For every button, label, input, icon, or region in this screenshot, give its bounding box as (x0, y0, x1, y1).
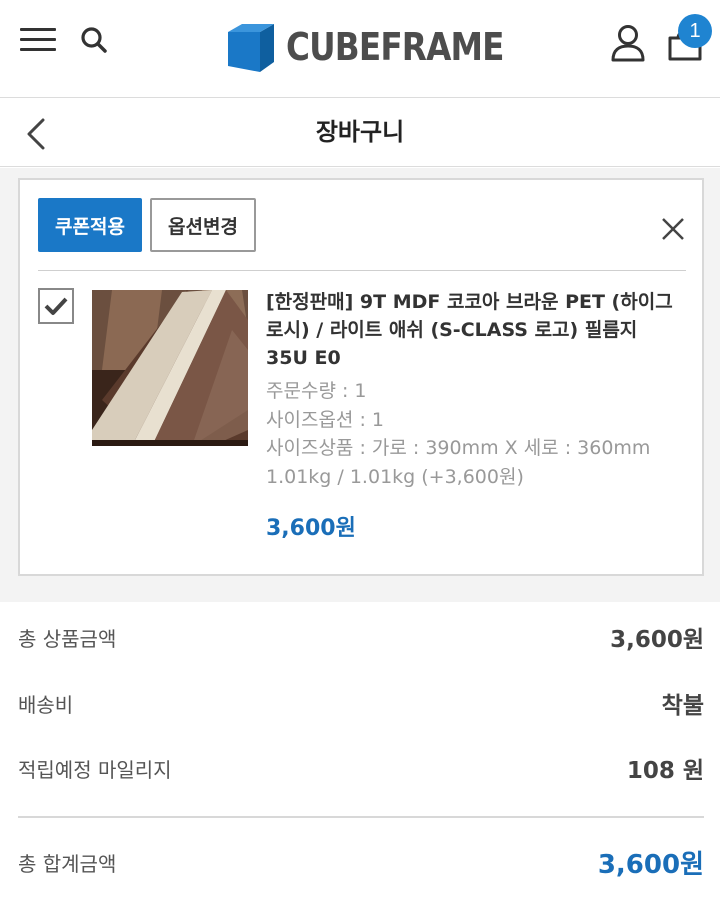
size-product: 사이즈상품 : 가로 : 390mm X 세로 : 360mm (266, 437, 651, 459)
size-option: 사이즈옵션 : 1 (266, 408, 384, 431)
product-thumbnail[interactable] (92, 290, 248, 446)
product-name-line: [한정판매] 9T MDF 코코아 브라운 PET (하이그 (266, 291, 673, 313)
product-price: 3,600원 (266, 516, 356, 541)
back-arrow-icon[interactable] (24, 117, 48, 151)
card-divider (38, 270, 686, 271)
brand-name: CUBEFRAME (286, 25, 505, 69)
cart-item-card: 쿠폰적용 옵션변경 [한정판매] 9T MDF 코코아 브라운 PET (하이그… (18, 178, 704, 576)
mileage-label: 적립예정 마일리지 (18, 757, 172, 782)
total-value: 3,600원 (597, 849, 704, 880)
total-label: 총 합계금액 (18, 851, 117, 876)
cubeframe-logo[interactable]: CUBEFRAME (228, 22, 539, 72)
change-option-button[interactable]: 옵션변경 (150, 198, 256, 252)
page-title: 장바구니 (315, 118, 405, 146)
product-name[interactable]: [한정판매] 9T MDF 코코아 브라운 PET (하이그 로시) / 라이트… (266, 288, 686, 372)
item-select-checkbox[interactable] (38, 288, 74, 324)
logo-cube-icon (228, 24, 274, 72)
search-icon[interactable] (80, 26, 108, 54)
apply-coupon-button[interactable]: 쿠폰적용 (38, 198, 142, 252)
summary-row-subtotal: 총 상품금액 3,600원 (18, 617, 704, 657)
menu-icon[interactable] (20, 26, 56, 54)
product-name-line: 35U E0 (266, 347, 341, 369)
summary-row-mileage: 적립예정 마일리지 108 원 (18, 748, 704, 788)
summary-row-shipping: 배송비 착불 (18, 683, 704, 723)
cart-count-badge[interactable]: 1 (678, 14, 712, 48)
product-options: 주문수량 : 1 사이즈옵션 : 1 사이즈상품 : 가로 : 390mm X … (266, 377, 686, 491)
weight-info: 1.01kg / 1.01kg (+3,600원) (266, 465, 524, 488)
summary-divider (18, 816, 704, 818)
top-header: CUBEFRAME 1 (0, 0, 720, 98)
product-image (92, 290, 248, 446)
subtotal-label: 총 상품금액 (18, 626, 117, 651)
title-bar: 장바구니 (0, 99, 720, 167)
close-icon[interactable] (660, 216, 686, 242)
mileage-value: 108 원 (626, 758, 704, 784)
order-summary: 총 상품금액 3,600원 배송비 착불 적립예정 마일리지 108 원 총 합… (0, 602, 720, 906)
product-name-line: 로시) / 라이트 애쉬 (S-CLASS 로고) 필름지 (266, 319, 638, 341)
subtotal-value: 3,600원 (610, 627, 704, 653)
shipping-value: 착불 (661, 693, 704, 719)
user-icon[interactable] (610, 24, 646, 62)
order-quantity: 주문수량 : 1 (266, 380, 367, 402)
summary-row-total: 총 합계금액 3,600원 (18, 842, 704, 882)
checkmark-icon (44, 297, 68, 315)
shipping-label: 배송비 (18, 692, 74, 717)
